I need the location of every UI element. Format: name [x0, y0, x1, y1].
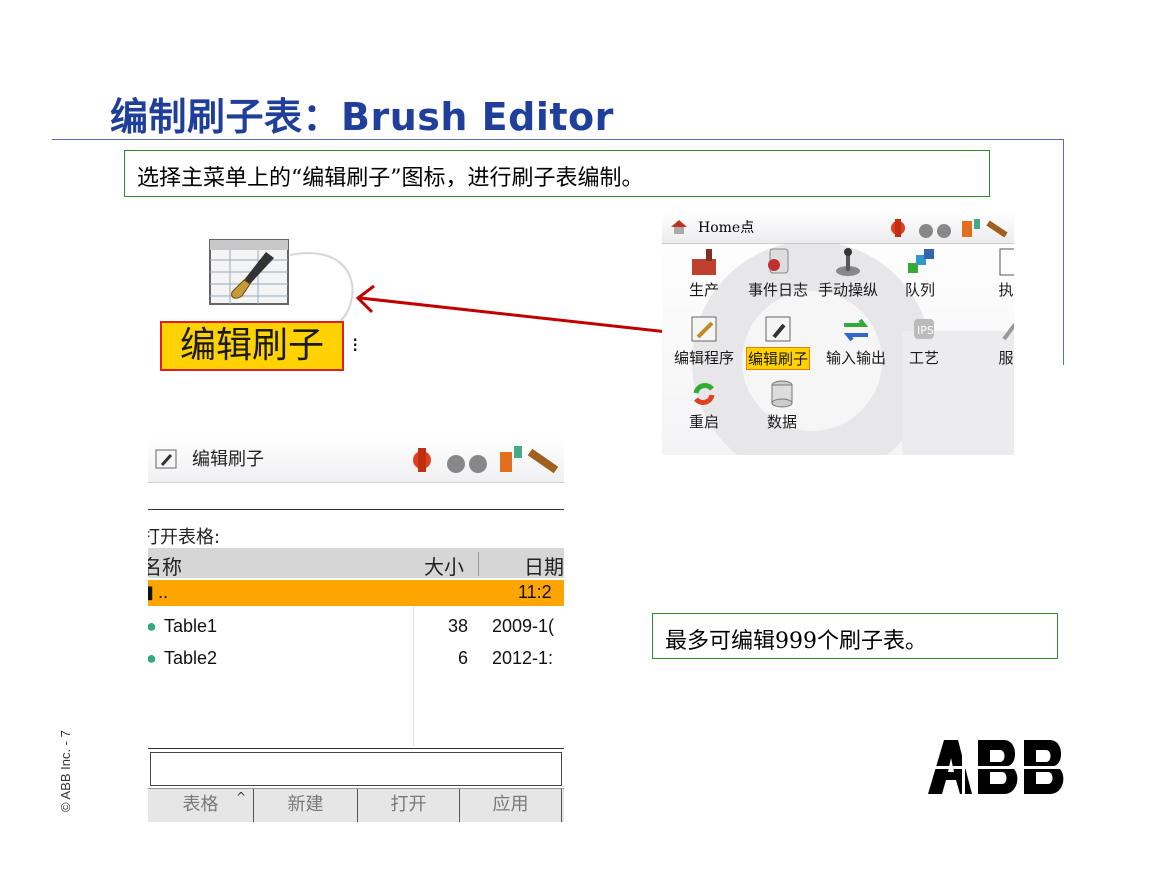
brush-editor-icon — [765, 316, 791, 342]
table-file-icon: ● — [148, 648, 157, 668]
app-process[interactable]: IPS 工艺 — [888, 315, 960, 368]
app-execute[interactable]: 执 — [970, 247, 1014, 300]
caret-up-icon: ^ — [236, 790, 247, 804]
row-date: 2012-1: — [492, 648, 554, 668]
table-row[interactable]: ● Table1 38 2009-1( — [148, 614, 564, 642]
app-label: 数据 — [766, 413, 797, 431]
app-event-log[interactable]: 事件日志 — [742, 247, 814, 300]
home-screen: Home点 生产 事件日志 手动操纵 队列 执 编辑程序 编辑刷子 输入输出 I… — [662, 211, 1014, 455]
apply-button[interactable]: 应用 — [460, 789, 562, 822]
restart-icon — [693, 383, 715, 405]
column-divider — [478, 552, 479, 576]
copyright: © ABB Inc. - 7 — [58, 730, 73, 812]
data-icon — [771, 380, 793, 408]
app-io[interactable]: 输入输出 — [820, 315, 892, 368]
app-data[interactable]: 数据 — [746, 379, 818, 432]
brush-table-icon[interactable] — [208, 238, 290, 306]
app-edit-program[interactable]: 编辑程序 — [668, 315, 740, 368]
row-size: 38 — [448, 616, 469, 636]
slide-title: 编制刷子表：Brush Editor — [110, 95, 614, 139]
instruction-callout: 选择主菜单上的“编辑刷子”图标，进行刷子表编制。 — [124, 150, 990, 197]
home-icon[interactable] — [670, 219, 688, 235]
app-label: 输入输出 — [825, 349, 886, 367]
app-label: 执 — [998, 281, 1014, 299]
title-divider — [52, 139, 1064, 140]
svg-text:IPS: IPS — [917, 324, 934, 337]
app-brush-editor[interactable]: 编辑刷子 — [742, 315, 814, 370]
table-file-icon: ● — [148, 616, 157, 636]
abb-logo — [928, 740, 1066, 794]
row-name: .. — [158, 582, 169, 602]
brush-editor-label: 编辑刷子 — [160, 321, 344, 371]
editor-toolbar: 表格 ^ 新建 打开 应用 — [148, 788, 564, 822]
new-button[interactable]: 新建 — [254, 789, 358, 822]
row-date: 11:2 — [518, 582, 552, 602]
app-restart[interactable]: 重启 — [668, 379, 740, 432]
app-service[interactable]: 服 — [970, 315, 1014, 368]
status-icons[interactable] — [410, 442, 564, 476]
app-label: 队列 — [904, 281, 935, 299]
brush-editor-icon — [155, 449, 177, 469]
editor-title: 编辑刷子 — [192, 449, 264, 470]
divider — [148, 509, 564, 510]
editor-header: 编辑刷子 — [148, 436, 564, 483]
open-button[interactable]: 打开 — [358, 789, 460, 822]
service-icon — [1002, 322, 1014, 341]
list-bottom-border — [148, 748, 564, 749]
brush-editor-window: 编辑刷子 打开表格: 名称 大小 日期 ▮ .. 11:2 ● Table1 3… — [148, 436, 564, 822]
row-size: 6 — [458, 648, 469, 668]
folder-icon: ▮ — [148, 582, 154, 602]
production-icon — [692, 249, 716, 275]
app-label: 工艺 — [908, 349, 939, 367]
app-label: 服 — [998, 349, 1014, 367]
app-label: 编辑刷子 — [745, 347, 810, 370]
table-row[interactable]: ▮ .. 11:2 — [148, 580, 564, 606]
status-icons[interactable] — [888, 215, 1014, 241]
home-title: Home点 — [698, 220, 755, 236]
app-label: 生产 — [688, 281, 719, 299]
home-header: Home点 — [662, 211, 1014, 244]
app-queue[interactable]: 队列 — [884, 247, 956, 300]
queue-icon — [908, 249, 934, 273]
process-icon: IPS — [914, 319, 934, 339]
row-date: 2009-1( — [492, 616, 555, 636]
open-table-label: 打开表格: — [148, 527, 221, 548]
app-label: 事件日志 — [747, 281, 808, 299]
event-log-icon — [768, 248, 789, 274]
jog-icon — [836, 248, 860, 276]
row-name: Table1 — [164, 616, 218, 636]
limit-callout: 最多可编辑999个刷子表。 — [652, 613, 1058, 659]
app-jog[interactable]: 手动操纵 — [812, 247, 884, 300]
edit-program-icon — [691, 316, 717, 342]
table-header: 名称 大小 日期 — [148, 548, 564, 580]
io-icon — [843, 318, 869, 342]
row-name: Table2 — [164, 648, 218, 668]
col-size-header[interactable]: 大小 — [424, 551, 464, 580]
table-row[interactable]: ● Table2 6 2012-1: — [148, 646, 564, 674]
table-menu-button[interactable]: 表格 ^ — [148, 789, 254, 822]
col-name-header[interactable]: 名称 — [148, 551, 182, 580]
app-label: 重启 — [688, 413, 719, 431]
right-divider — [1063, 139, 1064, 365]
app-label: 手动操纵 — [817, 281, 878, 299]
list-divider — [413, 606, 414, 746]
table-name-input[interactable] — [150, 752, 562, 786]
table-menu-label: 表格 — [182, 794, 219, 815]
execute-icon — [999, 248, 1014, 276]
app-label: 编辑程序 — [673, 349, 734, 367]
col-date-header[interactable]: 日期 — [524, 551, 564, 580]
app-production[interactable]: 生产 — [668, 247, 740, 300]
